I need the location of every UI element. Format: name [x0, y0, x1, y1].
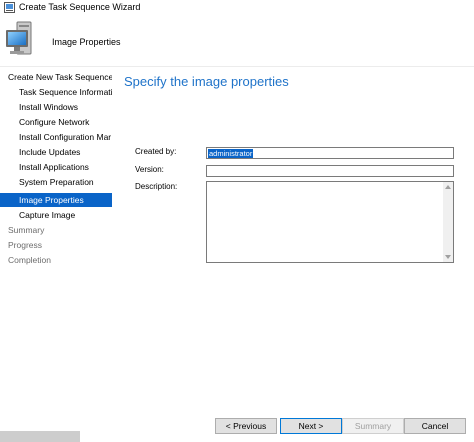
computer-icon: [6, 21, 32, 55]
nav-item-label: Image Properties: [19, 195, 84, 205]
header-divider: [0, 66, 474, 67]
scroll-up-icon[interactable]: [445, 185, 451, 189]
nav-item-label: Progress: [8, 240, 43, 250]
version-label: Version:: [135, 165, 164, 174]
version-field[interactable]: [206, 165, 454, 177]
description-scrollbar[interactable]: [443, 182, 453, 262]
nav-item-install-applications[interactable]: Install Applications: [19, 160, 112, 174]
app-icon: [4, 2, 15, 13]
nav-item-label: System Preparation: [19, 177, 94, 187]
nav-item-create-new-task-sequence[interactable]: Create New Task Sequence: [8, 70, 112, 84]
nav-item-system-preparation[interactable]: System Preparation: [19, 175, 112, 189]
description-label: Description:: [135, 182, 178, 191]
window-title: Create Task Sequence Wizard: [19, 2, 141, 12]
nav-item-install-windows[interactable]: Install Windows: [19, 100, 112, 114]
nav-item-label: Capture Image: [19, 210, 76, 220]
summary-button[interactable]: Summary: [342, 418, 404, 434]
nav-item-capture-image[interactable]: Capture Image: [19, 208, 112, 222]
nav-item-label: Completion: [8, 255, 51, 265]
nav-item-label: Install Configuration Mar: [19, 132, 112, 142]
nav-item-label: Summary: [8, 225, 45, 235]
created-by-label: Created by:: [135, 147, 177, 156]
nav-item-progress[interactable]: Progress: [8, 238, 112, 252]
nav-item-install-configuration-manager[interactable]: Install Configuration Mar: [19, 130, 112, 144]
next-button[interactable]: Next >: [280, 418, 342, 434]
nav-item-image-properties[interactable]: Image Properties: [0, 193, 112, 207]
page-header-title: Image Properties: [52, 37, 121, 47]
nav-item-label: Install Windows: [19, 102, 79, 112]
title-bar: Create Task Sequence Wizard: [0, 0, 474, 16]
wizard-header: Image Properties: [0, 16, 474, 66]
created-by-value: administrator: [208, 149, 254, 158]
nav-item-label: Create New Task Sequence: [8, 72, 112, 82]
nav-item-configure-network[interactable]: Configure Network: [19, 115, 112, 129]
cancel-button[interactable]: Cancel: [404, 418, 466, 434]
nav-item-include-updates[interactable]: Include Updates: [19, 145, 112, 159]
nav-item-summary[interactable]: Summary: [8, 223, 112, 237]
previous-button[interactable]: < Previous: [215, 418, 277, 434]
nav-item-label: Configure Network: [19, 117, 90, 127]
scroll-down-icon[interactable]: [445, 255, 451, 259]
page-heading: Specify the image properties: [124, 74, 289, 89]
nav-item-label: Task Sequence Informatio: [19, 87, 112, 97]
description-field[interactable]: [206, 181, 454, 263]
horizontal-scrollbar[interactable]: [0, 431, 80, 442]
nav-item-label: Include Updates: [19, 147, 81, 157]
nav-item-completion[interactable]: Completion: [8, 253, 112, 267]
created-by-field[interactable]: administrator: [206, 147, 454, 159]
nav-item-label: Install Applications: [19, 162, 89, 172]
nav-item-task-sequence-information[interactable]: Task Sequence Informatio: [19, 85, 112, 99]
